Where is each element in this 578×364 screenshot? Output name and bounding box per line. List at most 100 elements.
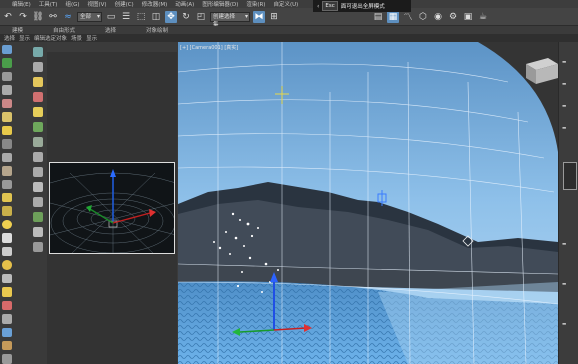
select-by-name-icon[interactable]: ☰ (120, 11, 132, 23)
cameras-filter-icon[interactable] (33, 122, 43, 132)
cylinder-icon[interactable] (2, 273, 12, 284)
viewport-label[interactable]: [+] [Camera001] [真实] (180, 44, 238, 51)
esc-key-badge[interactable]: Esc (322, 1, 338, 11)
particle-icon[interactable] (2, 206, 12, 216)
rotate-icon[interactable]: ↻ (180, 11, 192, 23)
spacewarp-icon[interactable] (2, 166, 12, 176)
align-icon[interactable]: ⊞ (268, 11, 280, 23)
render-icon[interactable]: ☕ (477, 11, 489, 23)
systems-icon[interactable] (2, 179, 12, 189)
motion-icon[interactable] (2, 85, 12, 95)
camera-viewport[interactable]: [+] [Camera001] [真实] (178, 42, 558, 364)
filter-icon[interactable] (33, 47, 43, 57)
lights-filter-icon[interactable] (33, 107, 43, 117)
fullscreen-exit-hint: ‹ Esc 面可退出全屏模式 (313, 0, 411, 12)
utilities-icon[interactable] (2, 112, 12, 122)
hidden-filter-icon[interactable] (33, 242, 43, 252)
scene-explorer-panel (47, 42, 177, 364)
scale-icon[interactable]: ◰ (195, 11, 207, 23)
menu-modifiers[interactable]: 修改器(M) (142, 0, 168, 8)
light-icon[interactable] (2, 125, 12, 136)
warps-filter-icon[interactable] (33, 152, 43, 162)
bone-icon[interactable] (2, 314, 12, 324)
menu-group[interactable]: 组(G) (65, 0, 79, 8)
xrefs-filter-icon[interactable] (33, 182, 43, 192)
schematic-view-icon[interactable]: ⬡ (417, 11, 429, 23)
tab-scene[interactable]: 场景 (71, 34, 82, 42)
scene-explorer-icon[interactable]: ▦ (387, 10, 400, 23)
fullscreen-hint-text: 面可退出全屏模式 (340, 4, 385, 10)
menu-edit[interactable]: 编辑(E) (12, 0, 31, 8)
panel-row-3: ▬ (562, 104, 567, 109)
panel-row-6: ▬ (562, 282, 567, 287)
panel-row-2: ▬ (562, 82, 567, 87)
render-frame-icon[interactable]: ▣ (462, 11, 474, 23)
display-icon[interactable] (2, 98, 12, 109)
camera-icon[interactable] (2, 139, 12, 149)
group-icon[interactable] (2, 340, 12, 351)
menu-view[interactable]: 视图(V) (88, 0, 107, 8)
modify-icon[interactable] (2, 58, 12, 68)
menu-rendering[interactable]: 渲染(R) (246, 0, 265, 8)
material-editor-icon[interactable]: ◉ (432, 11, 444, 23)
plane-icon[interactable] (2, 300, 12, 311)
mini-viewport-canvas (50, 163, 174, 253)
modifier-stack-list[interactable] (563, 162, 577, 190)
mirror-icon[interactable]: ⧓ (253, 10, 266, 23)
chevron-left-icon: ‹ (317, 2, 320, 10)
box-icon[interactable] (2, 233, 12, 243)
tab-select[interactable]: 选择 (4, 34, 15, 42)
selection-set-dropdown[interactable]: 创建选择集 (210, 11, 251, 28)
layer-icon[interactable]: ▤ (372, 11, 384, 23)
tab-selection[interactable]: 选择 (105, 26, 116, 34)
bezier-icon[interactable] (2, 327, 12, 337)
select-move-icon[interactable]: ✥ (165, 10, 178, 23)
undo-icon[interactable]: ↶ (2, 11, 14, 23)
viewport-canvas (178, 42, 558, 364)
menu-tools[interactable]: 工具(T) (39, 0, 58, 8)
tab-object-paint[interactable]: 对象绘制 (146, 26, 168, 34)
unlink-icon[interactable]: ⚯ (47, 11, 59, 23)
geometry-filter-icon[interactable] (33, 77, 43, 87)
frozen-filter-icon[interactable] (33, 227, 43, 237)
tab-display[interactable]: 显示 (19, 34, 30, 42)
explorer-tabs: 选择 显示 编辑选定对象 场景 显示 (0, 34, 578, 42)
create-icon[interactable] (2, 45, 12, 55)
bind-space-warp-icon[interactable]: ≈ (62, 11, 74, 23)
tab-edit-selected[interactable]: 编辑选定对象 (34, 34, 67, 42)
tab-freeform[interactable]: 自由形式 (53, 26, 75, 34)
scene-explorer-header (47, 42, 177, 52)
menu-animation[interactable]: 动画(A) (175, 0, 194, 8)
panel-row-4: ▬ (562, 126, 567, 131)
helper-icon[interactable] (2, 152, 12, 163)
bones-filter-icon[interactable] (33, 197, 43, 207)
menu-customize[interactable]: 自定义(U) (273, 0, 298, 8)
mini-camera-viewport[interactable] (49, 162, 175, 254)
groups-filter-icon[interactable] (33, 167, 43, 177)
shapes-filter-icon[interactable] (33, 92, 43, 102)
curve-editor-icon[interactable]: 〽 (402, 11, 414, 23)
helpers-filter-icon[interactable] (33, 137, 43, 147)
teapot-icon[interactable] (2, 287, 12, 297)
hierarchy-icon[interactable] (2, 71, 12, 82)
rect-selection-icon[interactable]: ⬚ (135, 11, 147, 23)
menu-create[interactable]: 创建(C) (115, 0, 134, 8)
settings-icon[interactable] (2, 354, 12, 364)
containers-filter-icon[interactable] (33, 212, 43, 222)
ribbon-tabs: 建模 自由形式 选择 对象绘制 (0, 26, 578, 34)
render-setup-icon[interactable]: ⚙ (447, 11, 459, 23)
menu-graph-editors[interactable]: 图形编辑器(D) (202, 0, 238, 8)
cone-icon[interactable] (2, 246, 12, 257)
sphere-icon[interactable] (2, 219, 12, 230)
pin-icon[interactable] (33, 62, 43, 72)
link-icon[interactable]: ⛓ (32, 11, 44, 23)
select-object-icon[interactable]: ▭ (105, 11, 117, 23)
tab-display-2[interactable]: 显示 (86, 34, 97, 42)
torus-icon[interactable] (2, 260, 12, 270)
selection-filter-dropdown[interactable]: 全部 (77, 11, 103, 22)
command-panel: ▬ ▬ ▬ ▬ ▬ ▬ ▬ (558, 42, 578, 364)
window-crossing-icon[interactable]: ◫ (150, 11, 162, 23)
redo-icon[interactable]: ↷ (17, 11, 29, 23)
tab-modeling[interactable]: 建模 (12, 26, 23, 34)
shape-icon[interactable] (2, 192, 12, 203)
